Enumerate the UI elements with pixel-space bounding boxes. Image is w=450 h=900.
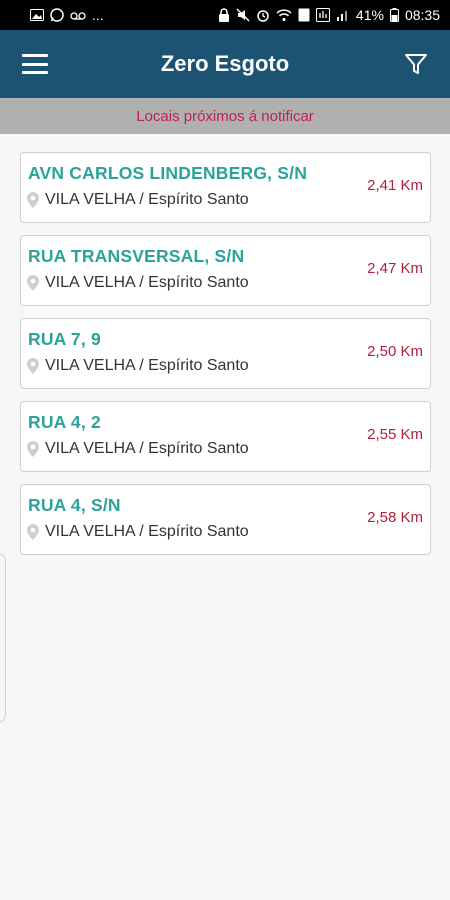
location-city: VILA VELHA / Espírito Santo <box>45 274 249 291</box>
data-saver-icon <box>298 8 310 22</box>
location-card[interactable]: RUA 4, S/N VILA VELHA / Espírito Santo 2… <box>20 484 431 555</box>
location-pin-icon <box>27 192 39 208</box>
alarm-icon <box>256 8 270 22</box>
app-title: Zero Esgoto <box>160 51 290 76</box>
filter-button[interactable] <box>402 50 430 78</box>
location-pin-icon <box>27 524 39 540</box>
status-bar: ... 41% 08:35 <box>0 0 450 30</box>
battery-percentage: 41% <box>355 7 384 23</box>
location-city-row: VILA VELHA / Espírito Santo <box>27 440 249 458</box>
location-city-row: VILA VELHA / Espírito Santo <box>27 357 249 375</box>
menu-icon-line <box>22 62 48 66</box>
menu-icon-line <box>22 71 48 74</box>
wifi-icon <box>276 9 292 21</box>
location-city-row: VILA VELHA / Espírito Santo <box>27 191 249 209</box>
lock-icon <box>218 8 230 22</box>
location-street: RUA 4, S/N <box>28 495 121 515</box>
mute-icon <box>236 8 250 22</box>
nfc-icon <box>315 8 330 22</box>
location-distance: 2,58 Km <box>367 509 423 526</box>
location-city: VILA VELHA / Espírito Santo <box>45 440 249 457</box>
location-city: VILA VELHA / Espírito Santo <box>45 357 249 374</box>
location-distance: 2,41 Km <box>367 177 423 194</box>
signal-icon <box>336 9 350 21</box>
more-notifications-text: ... <box>92 7 104 23</box>
menu-button[interactable] <box>22 52 48 76</box>
location-city: VILA VELHA / Espírito Santo <box>45 191 249 208</box>
location-pin-icon <box>27 275 39 291</box>
location-distance: 2,47 Km <box>367 260 423 277</box>
location-city-row: VILA VELHA / Espírito Santo <box>27 523 249 541</box>
whatsapp-icon <box>50 8 64 22</box>
location-distance: 2,50 Km <box>367 343 423 360</box>
clock: 08:35 <box>404 7 440 23</box>
status-right: 41% 08:35 <box>218 7 440 23</box>
battery-icon <box>389 8 399 22</box>
location-city-row: VILA VELHA / Espírito Santo <box>27 274 249 292</box>
voicemail-icon <box>70 9 86 21</box>
image-icon <box>30 9 44 21</box>
location-street: RUA TRANSVERSAL, S/N <box>28 246 245 266</box>
location-street: RUA 4, 2 <box>28 412 101 432</box>
menu-icon-line <box>22 54 48 57</box>
location-list: AVN CARLOS LINDENBERG, S/N VILA VELHA / … <box>20 152 431 567</box>
filter-icon <box>405 54 427 74</box>
location-street: AVN CARLOS LINDENBERG, S/N <box>28 163 308 183</box>
drawer-edge-handle[interactable] <box>0 553 6 723</box>
app-bar: Zero Esgoto <box>0 30 450 98</box>
location-city: VILA VELHA / Espírito Santo <box>45 523 249 540</box>
location-street: RUA 7, 9 <box>28 329 101 349</box>
location-card[interactable]: RUA TRANSVERSAL, S/N VILA VELHA / Espíri… <box>20 235 431 306</box>
notice-bar: Locais próximos á notificar <box>0 98 450 134</box>
notice-text: Locais próximos á notificar <box>136 107 314 125</box>
location-card[interactable]: RUA 7, 9 VILA VELHA / Espírito Santo 2,5… <box>20 318 431 389</box>
location-pin-icon <box>27 358 39 374</box>
status-left: ... <box>30 7 104 23</box>
location-distance: 2,55 Km <box>367 426 423 443</box>
location-card[interactable]: AVN CARLOS LINDENBERG, S/N VILA VELHA / … <box>20 152 431 223</box>
location-pin-icon <box>27 441 39 457</box>
location-card[interactable]: RUA 4, 2 VILA VELHA / Espírito Santo 2,5… <box>20 401 431 472</box>
